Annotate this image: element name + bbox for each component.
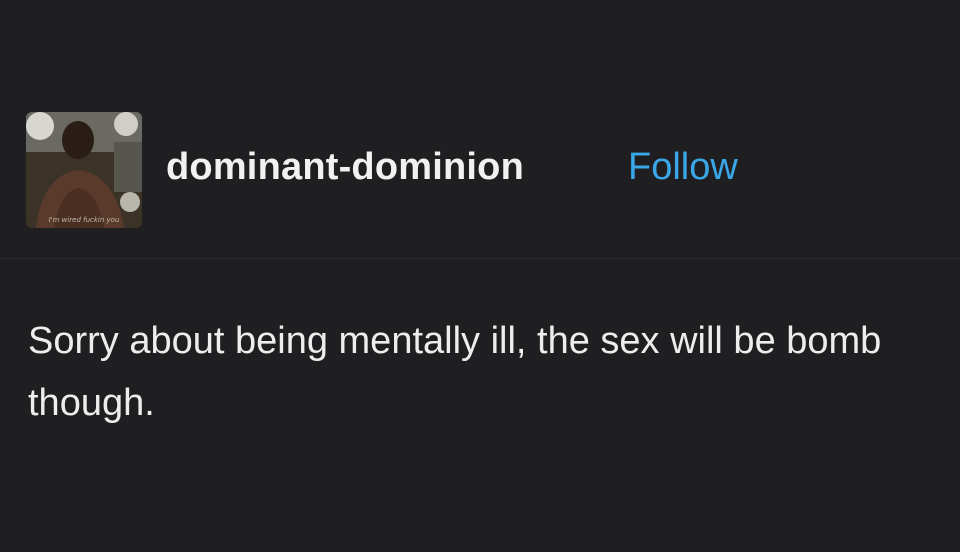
follow-button[interactable]: Follow — [628, 146, 738, 189]
avatar-image-icon — [26, 112, 142, 228]
tumblr-post: I'm wired fuckin you dominant-dominion F… — [0, 0, 960, 552]
post-header: I'm wired fuckin you dominant-dominion F… — [0, 0, 960, 259]
username-link[interactable]: dominant-dominion — [166, 146, 524, 189]
post-text: Sorry about being mentally ill, the sex … — [28, 320, 882, 424]
avatar-caption: I'm wired fuckin you — [48, 216, 120, 224]
avatar[interactable]: I'm wired fuckin you — [26, 112, 142, 228]
